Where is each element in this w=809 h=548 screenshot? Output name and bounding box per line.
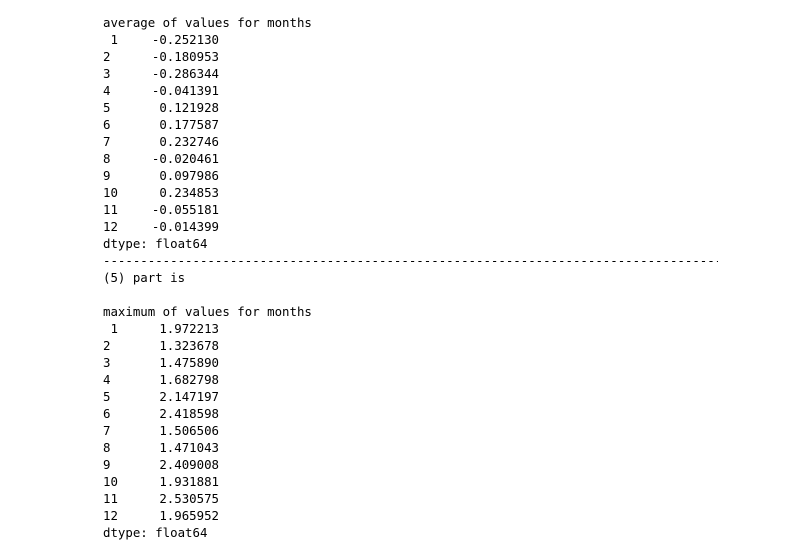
series-row: 9 0.097986 (103, 167, 718, 184)
series-index: 8 (103, 151, 111, 166)
series-index: 11 (103, 202, 118, 217)
series-row: 1 -0.252130 (103, 31, 718, 48)
series-index: 11 (103, 491, 118, 506)
series-value: -0.041391 (151, 83, 219, 98)
series-value: 0.232746 (159, 134, 219, 149)
maximum-dtype: dtype: float64 (103, 525, 208, 540)
series-row: 4 1.682798 (103, 371, 718, 388)
series-row: 11 -0.055181 (103, 201, 718, 218)
series-index: 7 (103, 423, 111, 438)
series-row: 8 -0.020461 (103, 150, 718, 167)
series-index: 5 (103, 100, 111, 115)
series-row: 7 0.232746 (103, 133, 718, 150)
series-index: 6 (103, 117, 111, 132)
series-value: 1.972213 (159, 321, 219, 336)
series-row: 11 2.530575 (103, 490, 718, 507)
maximum-series: 1 1.972213 2 1.323678 3 1.475890 4 1.682798 5 2.1… (103, 320, 718, 524)
series-value: -0.055181 (151, 202, 219, 217)
series-index: 3 (103, 66, 111, 81)
series-value: -0.020461 (151, 151, 219, 166)
series-value: 0.234853 (159, 185, 219, 200)
series-row: 12 -0.014399 (103, 218, 718, 235)
series-value: 2.147197 (159, 389, 219, 404)
series-index: 10 (103, 474, 118, 489)
series-row: 6 2.418598 (103, 405, 718, 422)
series-value: 2.409008 (159, 457, 219, 472)
series-index: 5 (103, 389, 111, 404)
series-value: -0.286344 (151, 66, 219, 81)
series-index: 9 (103, 168, 111, 183)
series-index: 9 (103, 457, 111, 472)
series-index: 10 (103, 185, 118, 200)
series-row: 3 -0.286344 (103, 65, 718, 82)
series-row: 10 1.931881 (103, 473, 718, 490)
series-index: 2 (103, 49, 111, 64)
series-index: 7 (103, 134, 111, 149)
series-row: 9 2.409008 (103, 456, 718, 473)
cell-output: average of values for months 1 -0.252130 2… (103, 14, 718, 541)
series-row: 7 1.506506 (103, 422, 718, 439)
series-index: 3 (103, 355, 111, 370)
series-value: -0.014399 (151, 219, 219, 234)
series-index: 1 (103, 321, 118, 336)
series-index: 12 (103, 219, 118, 234)
series-row: 5 0.121928 (103, 99, 718, 116)
series-index: 4 (103, 83, 111, 98)
series-value: 2.418598 (159, 406, 219, 421)
series-row: 12 1.965952 (103, 507, 718, 524)
series-row: 2 -0.180953 (103, 48, 718, 65)
series-row: 8 1.471043 (103, 439, 718, 456)
series-index: 6 (103, 406, 111, 421)
series-value: 1.475890 (159, 355, 219, 370)
series-row: 1 1.972213 (103, 320, 718, 337)
series-index: 8 (103, 440, 111, 455)
part-label: (5) part is (103, 270, 186, 285)
average-series: 1 -0.252130 2 -0.180953 3 -0.286344 4 -0.041391… (103, 31, 718, 235)
series-index: 4 (103, 372, 111, 387)
series-row: 10 0.234853 (103, 184, 718, 201)
series-row: 4 -0.041391 (103, 82, 718, 99)
series-row: 2 1.323678 (103, 337, 718, 354)
average-header: average of values for months (103, 15, 312, 30)
series-index: 1 (103, 32, 118, 47)
maximum-header: maximum of values for months (103, 304, 312, 319)
series-value: 1.682798 (159, 372, 219, 387)
series-row: 5 2.147197 (103, 388, 718, 405)
series-value: 1.323678 (159, 338, 219, 353)
average-dtype: dtype: float64 (103, 236, 208, 251)
series-value: 2.530575 (159, 491, 219, 506)
series-value: 1.506506 (159, 423, 219, 438)
series-value: 1.471043 (159, 440, 219, 455)
series-value: 1.931881 (159, 474, 219, 489)
series-row: 6 0.177587 (103, 116, 718, 133)
series-value: 1.965952 (159, 508, 219, 523)
series-value: -0.252130 (151, 32, 219, 47)
series-value: -0.180953 (151, 49, 219, 64)
series-index: 2 (103, 338, 111, 353)
series-value: 0.177587 (159, 117, 219, 132)
separator-line: ----------------------------------------… (103, 253, 718, 268)
series-index: 12 (103, 508, 118, 523)
series-row: 3 1.475890 (103, 354, 718, 371)
series-value: 0.097986 (159, 168, 219, 183)
series-value: 0.121928 (159, 100, 219, 115)
